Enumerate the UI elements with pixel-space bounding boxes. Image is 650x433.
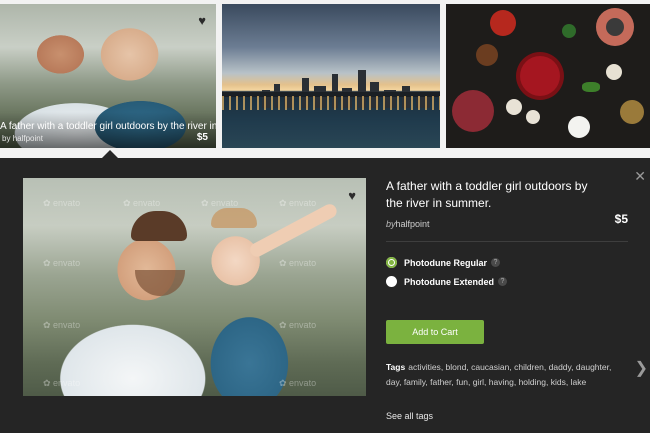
radio-unselected[interactable] bbox=[386, 276, 397, 287]
see-all-tags-link[interactable]: See all tags bbox=[386, 411, 433, 421]
detail-panel: ✿ envato ✿ envato ✿ envato ✿ envato ✿ en… bbox=[0, 158, 650, 433]
license-option-regular[interactable]: Photodune Regular ? bbox=[386, 254, 628, 271]
tag-link[interactable]: lake bbox=[571, 377, 587, 387]
close-icon[interactable]: ✕ bbox=[634, 168, 646, 185]
watermark: ✿ envato bbox=[279, 258, 317, 268]
baby-hair bbox=[211, 208, 257, 228]
thumbnail-city-skyline[interactable] bbox=[222, 4, 440, 148]
watermark: ✿ envato bbox=[43, 320, 81, 330]
by-prefix: by bbox=[386, 219, 396, 229]
tag-link[interactable]: day bbox=[386, 377, 399, 387]
radio-selected[interactable] bbox=[386, 257, 397, 268]
watermark: ✿ envato bbox=[279, 198, 317, 208]
item-title: A father with a toddler girl outdoors by… bbox=[386, 179, 588, 210]
tag-link[interactable]: girl bbox=[473, 377, 484, 387]
selection-pointer bbox=[102, 150, 118, 158]
chevron-right-icon[interactable]: ❯ bbox=[635, 358, 648, 378]
license-label: Photodune Regular bbox=[404, 257, 487, 268]
tag-link[interactable]: father bbox=[430, 377, 451, 387]
item-price: $5 bbox=[614, 212, 628, 226]
thumbnail-food[interactable] bbox=[446, 4, 650, 148]
thumbnail-by-prefix: by bbox=[2, 134, 11, 143]
watermark: ✿ envato bbox=[43, 378, 81, 388]
tag-link[interactable]: blond bbox=[446, 362, 467, 372]
byline-row: byhalfpoint $5 bbox=[386, 212, 628, 230]
watermark: ✿ envato bbox=[43, 198, 81, 208]
license-label: Photodune Extended bbox=[404, 276, 494, 287]
tag-link[interactable]: daddy bbox=[549, 362, 572, 372]
watermark: ✿ envato bbox=[43, 258, 81, 268]
thumbnail-title: A father with a toddler girl outdoors by… bbox=[0, 121, 216, 132]
tag-link[interactable]: kids bbox=[551, 377, 566, 387]
tag-link[interactable]: holding bbox=[519, 377, 546, 387]
thumbnail-caption: A father with a toddler girl outdoors by… bbox=[0, 112, 216, 148]
tag-link[interactable]: caucasian bbox=[471, 362, 509, 372]
watermark: ✿ envato bbox=[123, 198, 161, 208]
thumbnail-author: by halfpoint bbox=[2, 134, 43, 143]
help-icon[interactable]: ? bbox=[498, 277, 507, 286]
help-icon[interactable]: ? bbox=[491, 258, 500, 267]
city-lights bbox=[222, 96, 440, 110]
thumbnail-author-name[interactable]: halfpoint bbox=[13, 134, 43, 143]
thumbnail-strip: ♥ A father with a toddler girl outdoors … bbox=[0, 0, 650, 152]
tag-link[interactable]: activities bbox=[408, 362, 441, 372]
tag-separator: , bbox=[608, 362, 612, 372]
thumbnail-father-toddler[interactable]: ♥ A father with a toddler girl outdoors … bbox=[0, 4, 216, 148]
item-info: A father with a toddler girl outdoors by… bbox=[386, 178, 628, 421]
watermark: ✿ envato bbox=[279, 320, 317, 330]
tag-link[interactable]: family bbox=[404, 377, 426, 387]
license-option-extended[interactable]: Photodune Extended ? bbox=[386, 273, 628, 290]
heart-icon[interactable]: ♥ bbox=[348, 188, 356, 203]
watermark: ✿ envato bbox=[279, 378, 317, 388]
byline: byhalfpoint bbox=[386, 219, 430, 229]
watermark: ✿ envato bbox=[201, 198, 239, 208]
preview-image[interactable]: ✿ envato ✿ envato ✿ envato ✿ envato ✿ en… bbox=[23, 178, 366, 396]
tag-link[interactable]: fun bbox=[456, 377, 468, 387]
tag-link[interactable]: children bbox=[514, 362, 544, 372]
tag-link[interactable]: daughter bbox=[576, 362, 609, 372]
tags-list: Tags activities, blond, caucasian, childr… bbox=[386, 360, 626, 390]
heart-icon[interactable]: ♥ bbox=[198, 13, 206, 28]
tags-label: Tags bbox=[386, 362, 406, 372]
license-options: Photodune Regular ? Photodune Extended ? bbox=[386, 254, 628, 290]
divider bbox=[386, 241, 628, 242]
author-link[interactable]: halfpoint bbox=[396, 219, 430, 229]
thumbnail-price: $5 bbox=[196, 132, 208, 143]
tag-link[interactable]: having bbox=[489, 377, 514, 387]
add-to-cart-button[interactable]: Add to Cart bbox=[386, 320, 484, 344]
